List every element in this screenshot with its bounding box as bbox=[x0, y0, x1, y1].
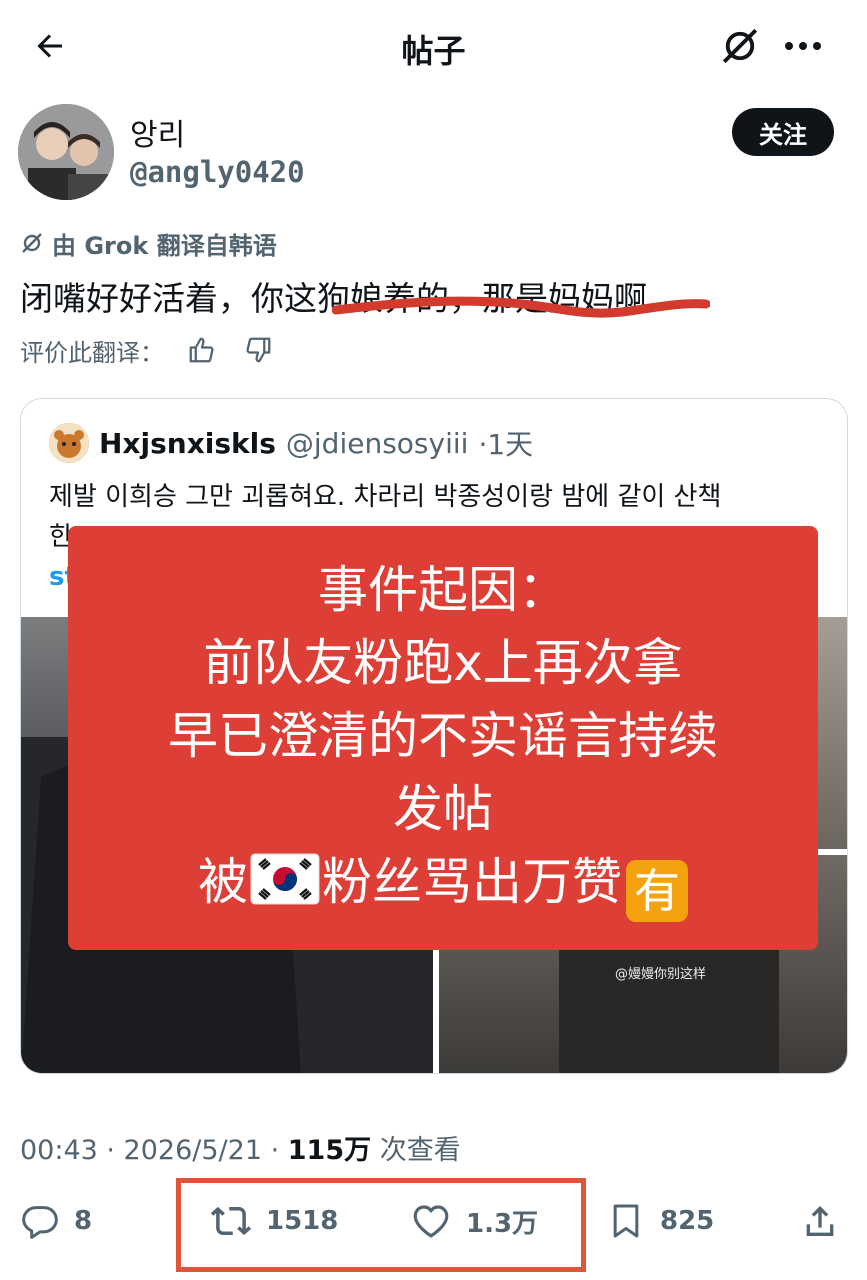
top-bar: 帖子 bbox=[0, 0, 867, 92]
bookmark-button[interactable]: 825 bbox=[606, 1190, 714, 1252]
view-label: 次查看 bbox=[371, 1135, 461, 1166]
action-bar: 8 1518 1.3万 825 bbox=[0, 1190, 867, 1252]
like-count: 1.3万 bbox=[466, 1208, 539, 1239]
you-badge-icon: 有 bbox=[626, 860, 688, 922]
quoted-post-header: Hxjsnxiskls @jdiensosyiii ·1天 bbox=[49, 423, 533, 463]
author-handle[interactable]: @angly0420 bbox=[130, 155, 305, 189]
reply-icon bbox=[22, 1206, 58, 1239]
caption-overlay: 事件起因： 前队友粉跑x上再次拿 早已澄清的不实谣言持续 发帖 被 粉丝骂出万赞… bbox=[68, 526, 818, 950]
avatar-photo-icon bbox=[18, 104, 114, 200]
overlay-text: 被 bbox=[198, 853, 248, 911]
share-icon bbox=[806, 1206, 834, 1236]
reply-count: 8 bbox=[74, 1206, 93, 1236]
thumbs-up-button[interactable] bbox=[184, 332, 220, 368]
thumbs-down-button[interactable] bbox=[240, 332, 276, 368]
reply-button[interactable]: 8 bbox=[20, 1190, 92, 1252]
translation-note: 由 Grok 翻译自韩语 bbox=[20, 226, 277, 260]
quoted-text-line: 제발 이희승 그만 괴롭혀요. 차라리 박종성이랑 밤에 같이 산책 bbox=[49, 482, 722, 512]
rate-translation-label: 评价此翻译： bbox=[20, 338, 164, 367]
like-button[interactable]: 1.3万 bbox=[410, 1190, 538, 1252]
overlay-text: 粉丝骂出万赞 bbox=[322, 853, 622, 911]
more-options-button[interactable] bbox=[778, 24, 828, 68]
rate-translation-row: 评价此翻译： bbox=[20, 332, 276, 368]
avatar[interactable] bbox=[18, 104, 114, 200]
quoted-author-handle: @jdiensosyiii bbox=[285, 426, 469, 460]
hamster-icon bbox=[49, 423, 89, 463]
thumbs-up-icon bbox=[189, 337, 214, 363]
view-count: 115万 bbox=[287, 1135, 372, 1166]
overlay-line: 发帖 bbox=[393, 780, 493, 838]
grok-button[interactable] bbox=[716, 22, 764, 70]
bookmark-count: 825 bbox=[660, 1206, 715, 1236]
grok-icon bbox=[22, 233, 42, 253]
overlay-line: 事件起因： bbox=[318, 561, 568, 619]
overlay-line: 早已澄清的不实谣言持续 bbox=[168, 707, 718, 765]
repost-icon bbox=[210, 1206, 252, 1236]
overlay-line-last: 被 粉丝骂出万赞有 bbox=[198, 846, 688, 922]
repost-button[interactable]: 1518 bbox=[210, 1190, 338, 1252]
overlay-line: 前队友粉跑x上再次拿 bbox=[203, 634, 683, 692]
author-name[interactable]: 앙리 bbox=[130, 110, 185, 154]
grok-icon bbox=[722, 28, 758, 64]
post-meta: 00:43 · 2026/5/21 · 115万 次查看 bbox=[20, 1128, 461, 1167]
post-text: 闭嘴好好活着，你这狗娘养的，那是妈妈啊 bbox=[20, 279, 647, 318]
post-timestamp: 00:43 · 2026/5/21 · bbox=[20, 1135, 288, 1166]
repost-count: 1518 bbox=[266, 1206, 339, 1236]
more-dots-icon bbox=[785, 42, 821, 50]
quoted-author-name[interactable]: Hxjsnxiskls bbox=[99, 427, 276, 460]
thumbs-down-icon bbox=[246, 337, 271, 363]
media-watermark: @嫚嫚你别这样 bbox=[615, 967, 707, 982]
quoted-avatar[interactable] bbox=[49, 423, 89, 463]
korea-flag-icon bbox=[250, 853, 320, 905]
bookmark-icon bbox=[613, 1204, 639, 1238]
share-button[interactable] bbox=[800, 1190, 840, 1252]
translation-note-text: 由 Grok 翻译自韩语 bbox=[52, 231, 277, 260]
follow-button[interactable]: 关注 bbox=[732, 108, 834, 156]
heart-icon bbox=[413, 1205, 449, 1238]
quoted-post-time: ·1天 bbox=[478, 428, 534, 461]
